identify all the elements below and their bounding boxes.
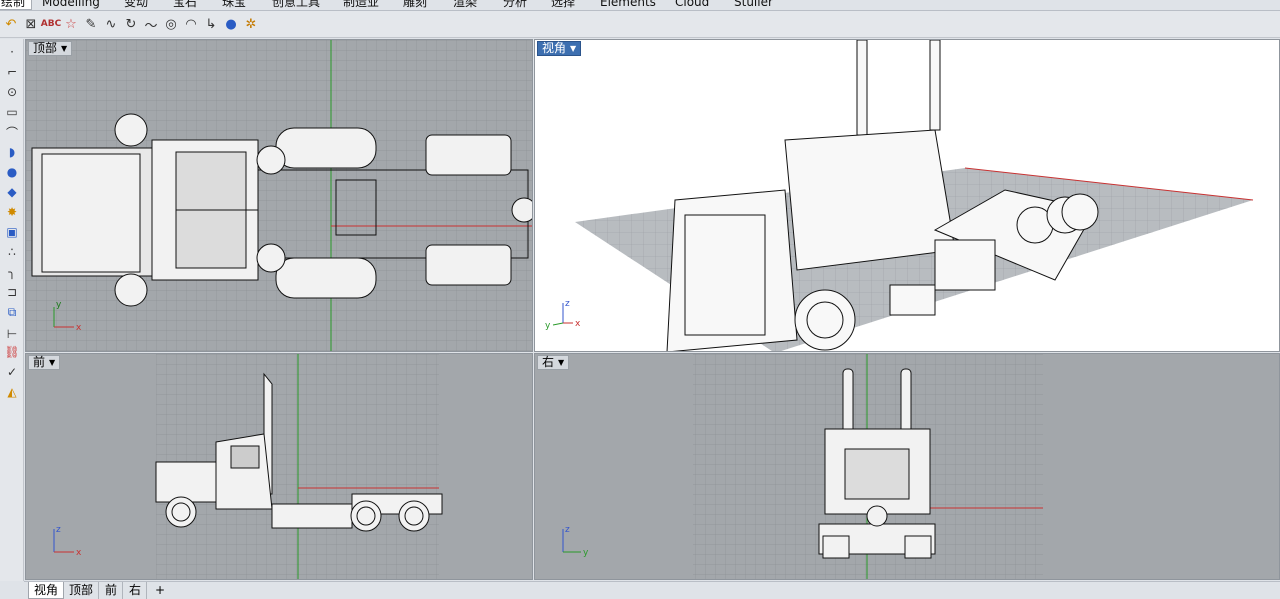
chevron-down-icon: ▼	[558, 358, 565, 367]
text-abc-icon[interactable]: ABC	[41, 15, 61, 33]
corner-arrow-icon[interactable]: ↳	[202, 15, 220, 33]
tab-draw[interactable]: 绘制	[0, 0, 33, 10]
box-icon[interactable]: ▣	[2, 223, 22, 241]
viewport-label-top[interactable]: 顶部 ▼	[28, 41, 73, 56]
tab-stuller[interactable]: Stuller	[728, 0, 779, 10]
chevron-down-icon: ▼	[61, 44, 68, 53]
chevron-down-icon: ▼	[570, 44, 577, 53]
tab-elements[interactable]: Elements	[594, 0, 662, 10]
curve-icon[interactable]: ∿	[102, 15, 120, 33]
viewport-perspective-title: 视角	[542, 41, 567, 55]
viewport-tab-bar: 视角 顶部 前 右 +	[24, 581, 1280, 599]
viewport-front[interactable]: 前 ▼ z x	[25, 353, 533, 580]
tab-analysis[interactable]: 分析	[497, 0, 533, 10]
polyline-icon[interactable]: ⌐	[2, 63, 22, 81]
axis-y-label: y	[583, 548, 589, 558]
axis-y-label: y	[545, 321, 551, 331]
add-viewport-button[interactable]: +	[150, 582, 170, 599]
offset-icon[interactable]: ⊐	[2, 283, 22, 301]
viewport-tab-perspective[interactable]: 视角	[28, 582, 65, 599]
rectangle-icon[interactable]: ▭	[2, 103, 22, 121]
viewport-label-front[interactable]: 前 ▼	[28, 355, 61, 370]
plane-icon[interactable]: ◆	[2, 183, 22, 201]
viewport-tab-front[interactable]: 前	[100, 582, 124, 599]
viewport-tab-top[interactable]: 顶部	[64, 582, 100, 599]
ribbon-tab-bar: 绘制 Modelling 变动 宝石 珠宝 创意工具 制造业 雕刻 渲染 分析 …	[0, 0, 1280, 11]
tab-transform[interactable]: 变动	[118, 0, 154, 10]
tab-gems[interactable]: 宝石	[167, 0, 203, 10]
tab-modelling[interactable]: Modelling	[36, 0, 106, 10]
undo-arrow-icon[interactable]: ↶	[2, 15, 20, 33]
viewport-tab-right[interactable]: 右	[124, 582, 148, 599]
axis-y-label: y	[56, 302, 62, 310]
paint-icon[interactable]: ◭	[2, 383, 22, 401]
arc-icon[interactable]: ◠	[182, 15, 200, 33]
axis-z-label: z	[565, 525, 570, 535]
spheres-icon[interactable]: ●	[222, 15, 240, 33]
tab-creative-tools[interactable]: 创意工具	[266, 0, 326, 10]
perspective-view-canvas	[535, 40, 1279, 351]
axis-widget-front: z x	[53, 525, 82, 558]
tab-manufacturing[interactable]: 制造业	[337, 0, 385, 10]
rotate-icon[interactable]: ↻	[122, 15, 140, 33]
tab-sculpt[interactable]: 雕刻	[397, 0, 433, 10]
tab-select[interactable]: 选择	[545, 0, 581, 10]
axis-x-label: x	[76, 548, 82, 558]
circle-icon[interactable]: ⊙	[2, 83, 22, 101]
viewport-label-perspective[interactable]: 视角 ▼	[537, 41, 582, 56]
axis-x-label: x	[76, 323, 82, 333]
sphere-icon[interactable]: ●	[2, 163, 22, 181]
axis-widget-right: z y	[562, 525, 589, 558]
viewport-right-title: 右	[542, 355, 555, 369]
check-icon[interactable]: ✓	[2, 363, 22, 381]
tab-render[interactable]: 渲染	[447, 0, 483, 10]
star-icon[interactable]: ☆	[62, 15, 80, 33]
explode-icon[interactable]: ✸	[2, 203, 22, 221]
axis-x-label: x	[575, 319, 581, 329]
chevron-down-icon: ▼	[49, 358, 56, 367]
axis-z-label: z	[56, 525, 61, 535]
dimension-icon[interactable]: ⊢	[2, 325, 22, 343]
tab-jewelry[interactable]: 珠宝	[216, 0, 252, 10]
pointer-gear-icon[interactable]: ✲	[242, 15, 260, 33]
viewport-right[interactable]: 右 ▼ z y	[534, 353, 1280, 580]
axis-z-label: z	[565, 299, 570, 309]
tab-cloud[interactable]: Cloud	[669, 0, 715, 10]
axis-widget-top: y x	[53, 302, 82, 333]
viewport-label-right[interactable]: 右 ▼	[537, 355, 570, 370]
rhino-window: 绘制 Modelling 变动 宝石 珠宝 创意工具 制造业 雕刻 渲染 分析 …	[0, 0, 1280, 599]
point-icon[interactable]: ·	[2, 43, 22, 61]
chain-icon[interactable]: ⛓	[2, 343, 22, 361]
circle-target-icon[interactable]: ◎	[162, 15, 180, 33]
axis-widget-perspective: z x y	[545, 299, 581, 331]
wave-icon[interactable]: 〜	[142, 15, 160, 34]
left-tool-palette: · ⌐ ⊙ ▭ ⌒ ◗ ● ◆ ✸ ▣ ∴ ╮ ⊐ ⧉ ⊢ ⛓ ✓ ◭	[0, 39, 24, 581]
viewport-top[interactable]: 顶部 ▼ y x	[25, 39, 533, 352]
group-icon[interactable]: ⧉	[2, 303, 22, 321]
viewport-front-title: 前	[33, 355, 46, 369]
crossed-box-icon[interactable]: ⊠	[22, 15, 40, 33]
command-toolbar: ↶ ⊠ ABC ☆ ✎ ∿ ↻ 〜 ◎ ◠ ↳ ● ✲	[0, 11, 1280, 38]
shell-icon[interactable]: ◗	[2, 143, 22, 161]
pencil-icon[interactable]: ✎	[82, 15, 100, 33]
points-icon[interactable]: ∴	[2, 243, 22, 261]
viewport-top-title: 顶部	[33, 41, 58, 55]
right-view-canvas	[535, 354, 1279, 579]
curve-icon[interactable]: ⌒	[2, 123, 22, 141]
viewport-perspective[interactable]: 视角 ▼ z x y	[534, 39, 1280, 352]
fillet-icon[interactable]: ╮	[2, 263, 22, 281]
